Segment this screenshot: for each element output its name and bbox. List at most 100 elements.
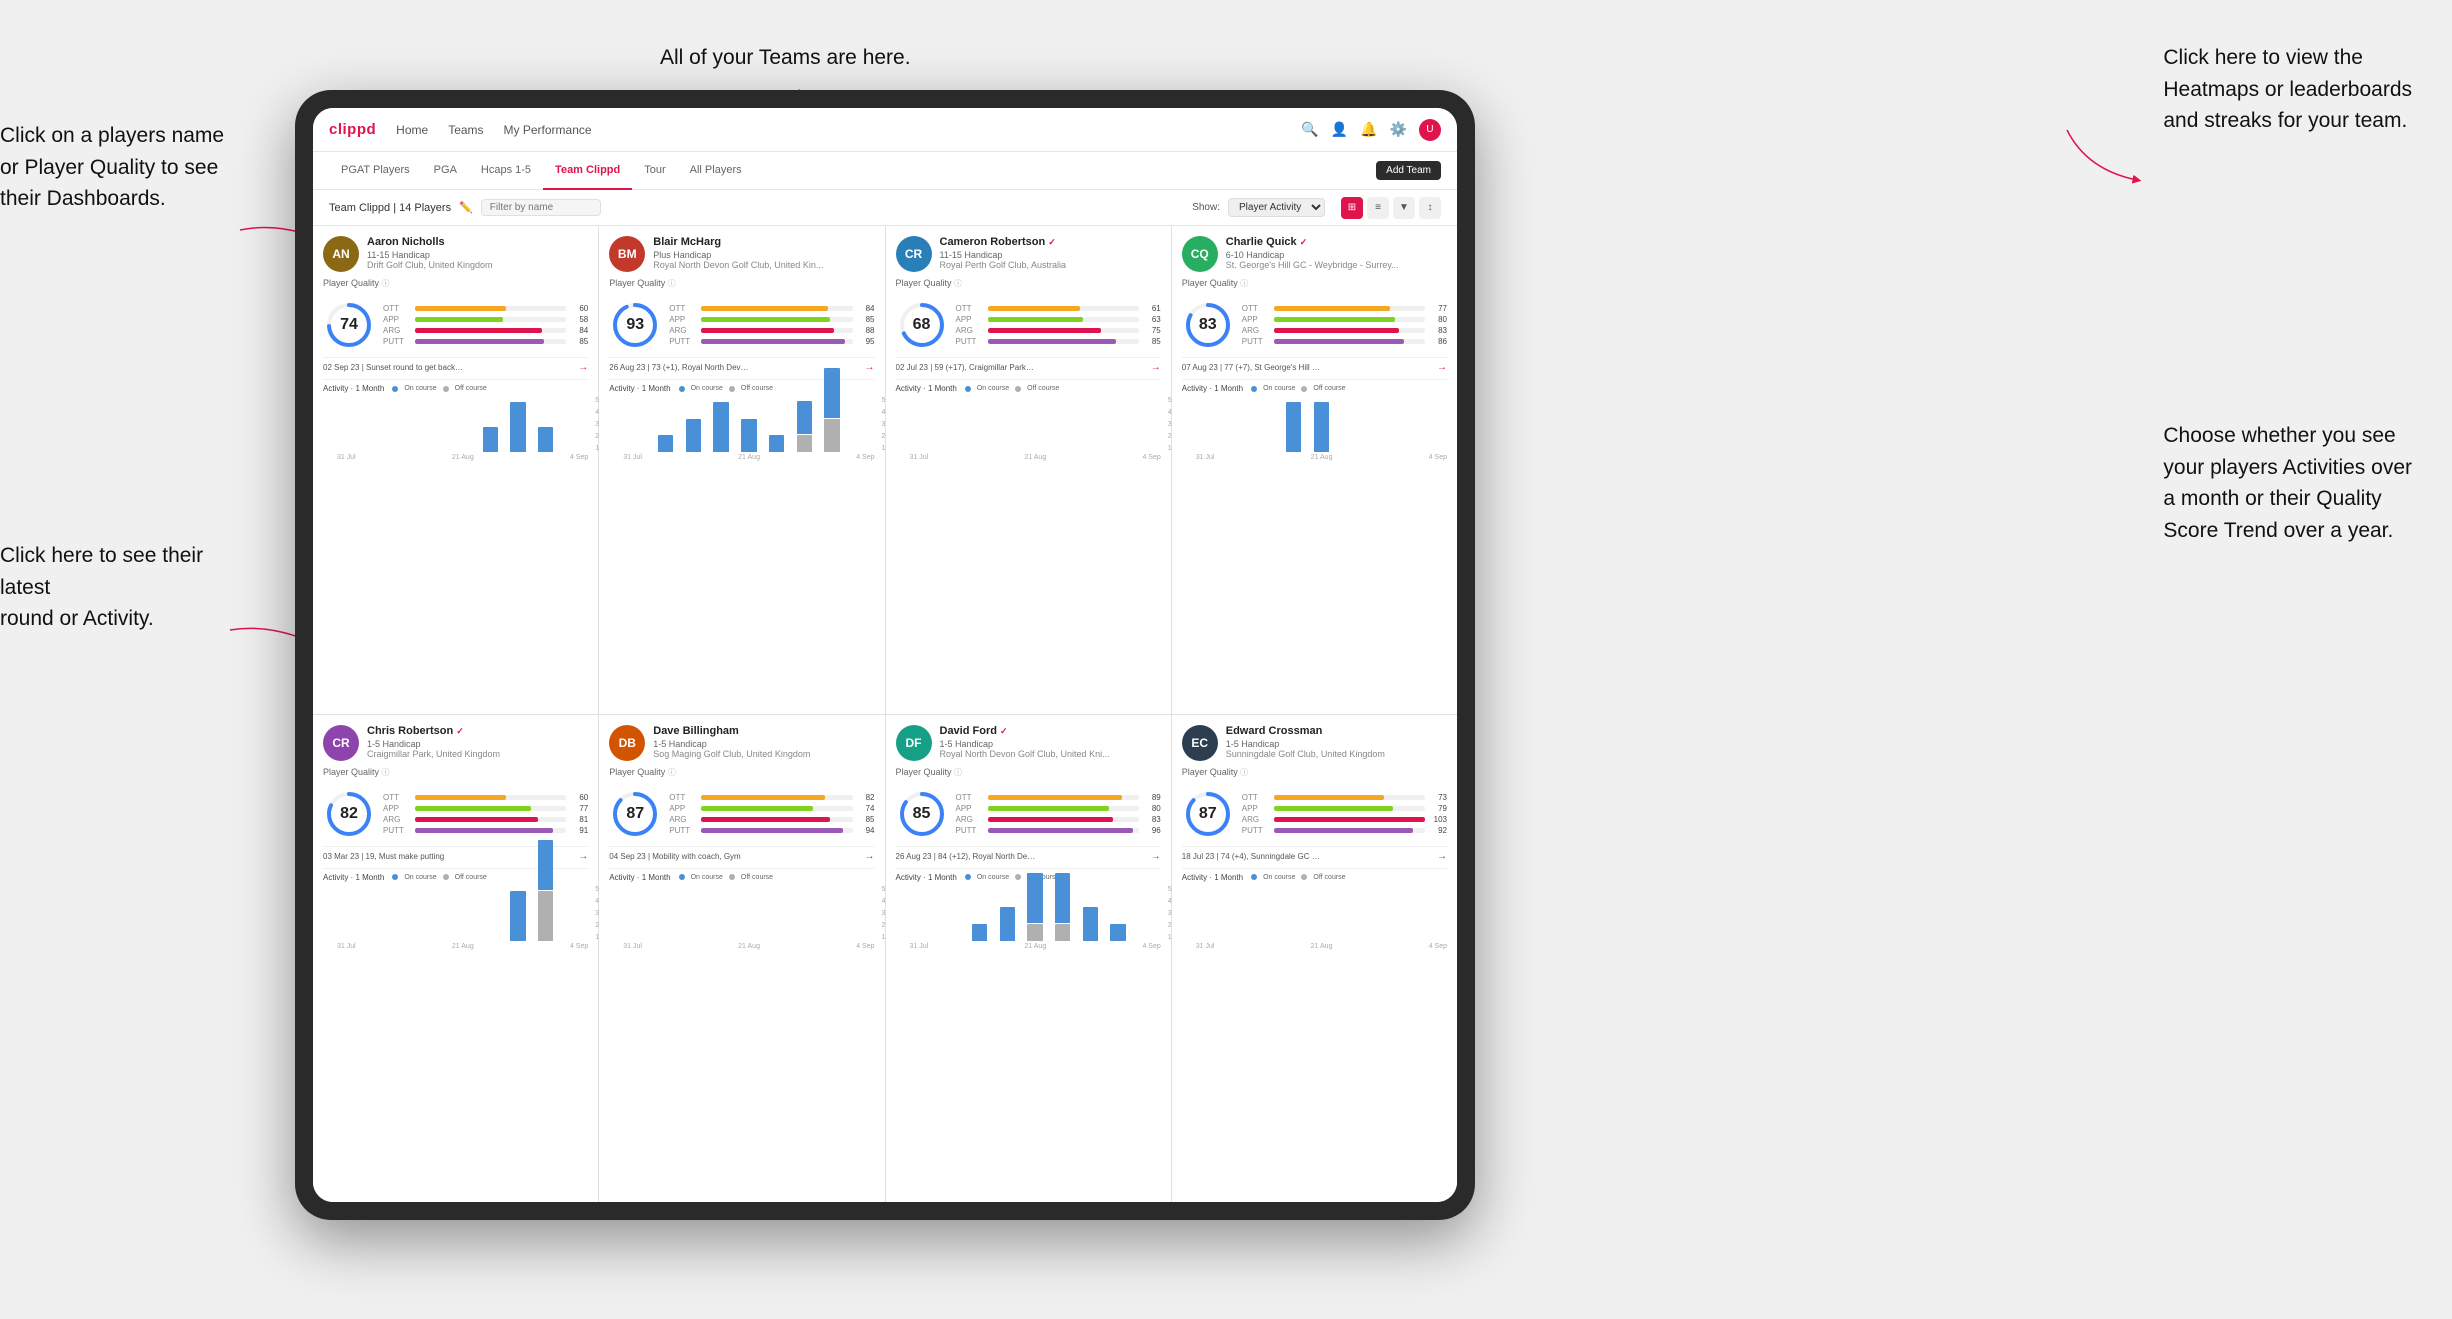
quality-circle[interactable]: 74 (323, 299, 375, 351)
settings-icon[interactable]: ⚙️ (1390, 121, 1407, 138)
profile-icon[interactable]: 👤 (1331, 121, 1348, 138)
player-card[interactable]: DF David Ford ✓ 1-5 Handicap Royal North… (886, 715, 1171, 1203)
latest-round-arrow[interactable]: → (1437, 362, 1447, 373)
tab-team-clippd[interactable]: Team Clippd (543, 152, 632, 190)
stat-row: OTT 82 (669, 793, 874, 802)
add-team-button[interactable]: Add Team (1376, 161, 1441, 180)
latest-round-arrow[interactable]: → (865, 362, 875, 373)
stat-bar (1274, 306, 1390, 311)
player-name[interactable]: Cameron Robertson ✓ (940, 236, 1161, 249)
latest-round[interactable]: 07 Aug 23 | 77 (+7), St George's Hill GC… (1182, 357, 1447, 373)
sort-button[interactable]: ↕ (1419, 197, 1441, 219)
activity-title: Activity · 1 Month (896, 873, 957, 882)
user-avatar[interactable]: U (1419, 119, 1441, 141)
player-card[interactable]: DB Dave Billingham 1-5 Handicap Sog Magi… (599, 715, 884, 1203)
stat-value: 60 (570, 304, 588, 313)
nav-icons: 🔍 👤 🔔 ⚙️ U (1301, 119, 1441, 141)
player-card[interactable]: CQ Charlie Quick ✓ 6-10 Handicap St. Geo… (1172, 226, 1457, 714)
latest-round-arrow[interactable]: → (1437, 851, 1447, 862)
stat-label: APP (669, 804, 697, 813)
bell-icon[interactable]: 🔔 (1360, 121, 1377, 138)
player-name[interactable]: Chris Robertson ✓ (367, 725, 588, 738)
latest-round[interactable]: 26 Aug 23 | 84 (+12), Royal North Devon … (896, 846, 1161, 862)
player-info: Cameron Robertson ✓ 11-15 Handicap Royal… (940, 236, 1161, 270)
stat-label: APP (669, 315, 697, 324)
tab-pga[interactable]: PGA (422, 152, 469, 190)
player-card[interactable]: CR Chris Robertson ✓ 1-5 Handicap Craigm… (313, 715, 598, 1203)
player-name[interactable]: Dave Billingham (653, 725, 874, 738)
latest-round-arrow[interactable]: → (578, 362, 588, 373)
stat-row: OTT 84 (669, 304, 874, 313)
stat-label: ARG (1242, 815, 1270, 824)
player-header: EC Edward Crossman 1-5 Handicap Sunningd… (1182, 725, 1447, 761)
y-labels: 5 4 3 2 1 (882, 886, 886, 941)
latest-round-arrow[interactable]: → (865, 851, 875, 862)
quality-circle[interactable]: 85 (896, 788, 948, 840)
latest-round-arrow[interactable]: → (1151, 362, 1161, 373)
latest-round[interactable]: 04 Sep 23 | Mobility with coach, Gym → (609, 846, 874, 862)
quality-section: 93 OTT 84 APP (609, 299, 874, 351)
search-icon[interactable]: 🔍 (1301, 121, 1318, 138)
quality-circle[interactable]: 83 (1182, 299, 1234, 351)
quality-circle[interactable]: 93 (609, 299, 661, 351)
tab-tour[interactable]: Tour (632, 152, 677, 190)
tab-hcaps[interactable]: Hcaps 1-5 (469, 152, 543, 190)
stat-bar (701, 806, 813, 811)
stat-bar-container (701, 328, 852, 333)
player-card[interactable]: AN Aaron Nicholls 11-15 Handicap Drift G… (313, 226, 598, 714)
player-avatar: DB (609, 725, 645, 761)
chart-wrapper: 5 4 3 2 1 (323, 397, 588, 461)
activity-section: Activity · 1 Month On course Off course … (1182, 868, 1447, 950)
player-name[interactable]: Charlie Quick ✓ (1226, 236, 1447, 249)
off-course-label: Off course (1313, 874, 1345, 881)
stat-bar (1274, 339, 1404, 344)
stat-bar (701, 817, 830, 822)
player-card[interactable]: CR Cameron Robertson ✓ 11-15 Handicap Ro… (886, 226, 1171, 714)
nav-my-performance[interactable]: My Performance (504, 123, 592, 137)
player-handicap: 11-15 Handicap (367, 250, 588, 260)
stats-grid: OTT 60 APP 77 (383, 793, 588, 835)
player-name[interactable]: Aaron Nicholls (367, 236, 588, 249)
search-input[interactable] (481, 199, 601, 216)
latest-round[interactable]: 02 Jul 23 | 59 (+17), Craigmillar Park G… (896, 357, 1161, 373)
tab-pgat-players[interactable]: PGAT Players (329, 152, 422, 190)
player-header: AN Aaron Nicholls 11-15 Handicap Drift G… (323, 236, 588, 272)
stat-value: 94 (857, 826, 875, 835)
stat-bar-container (1274, 795, 1425, 800)
edit-icon[interactable]: ✏️ (459, 201, 473, 214)
stat-bar-container (988, 328, 1139, 333)
player-name[interactable]: Blair McHarg (653, 236, 874, 249)
player-name[interactable]: David Ford ✓ (940, 725, 1161, 738)
latest-round[interactable]: 18 Jul 23 | 74 (+4), Sunningdale GC - Ol… (1182, 846, 1447, 862)
player-club: St. George's Hill GC - Weybridge - Surre… (1226, 260, 1447, 270)
list-view-button[interactable]: ≡ (1367, 197, 1389, 219)
filter-button[interactable]: ▼ (1393, 197, 1415, 219)
nav-home[interactable]: Home (396, 123, 428, 137)
latest-round-arrow[interactable]: → (1151, 851, 1161, 862)
stat-label: PUTT (1242, 826, 1270, 835)
player-name[interactable]: Edward Crossman (1226, 725, 1447, 738)
y-labels: 5 4 3 2 1 (595, 397, 599, 452)
quality-circle[interactable]: 87 (1182, 788, 1234, 840)
quality-circle[interactable]: 82 (323, 788, 375, 840)
stat-label: OTT (1242, 304, 1270, 313)
tab-all-players[interactable]: All Players (678, 152, 754, 190)
activity-chart (337, 886, 588, 941)
player-club: Sunningdale Golf Club, United Kingdom (1226, 749, 1447, 759)
stat-value: 85 (857, 315, 875, 324)
stat-value: 92 (1429, 826, 1447, 835)
latest-round[interactable]: 02 Sep 23 | Sunset round to get back int… (323, 357, 588, 373)
player-card[interactable]: BM Blair McHarg Plus Handicap Royal Nort… (599, 226, 884, 714)
quality-section: 87 OTT 73 APP (1182, 788, 1447, 840)
quality-section: 83 OTT 77 APP (1182, 299, 1447, 351)
quality-circle[interactable]: 87 (609, 788, 661, 840)
stat-row: PUTT 85 (383, 337, 588, 346)
quality-circle[interactable]: 68 (896, 299, 948, 351)
show-select[interactable]: Player Activity (1228, 198, 1325, 217)
on-course-label: On course (404, 385, 436, 392)
latest-round-arrow[interactable]: → (578, 851, 588, 862)
player-card[interactable]: EC Edward Crossman 1-5 Handicap Sunningd… (1172, 715, 1457, 1203)
stat-bar-container (701, 817, 852, 822)
grid-view-button[interactable]: ⊞ (1341, 197, 1363, 219)
nav-teams[interactable]: Teams (448, 123, 483, 137)
